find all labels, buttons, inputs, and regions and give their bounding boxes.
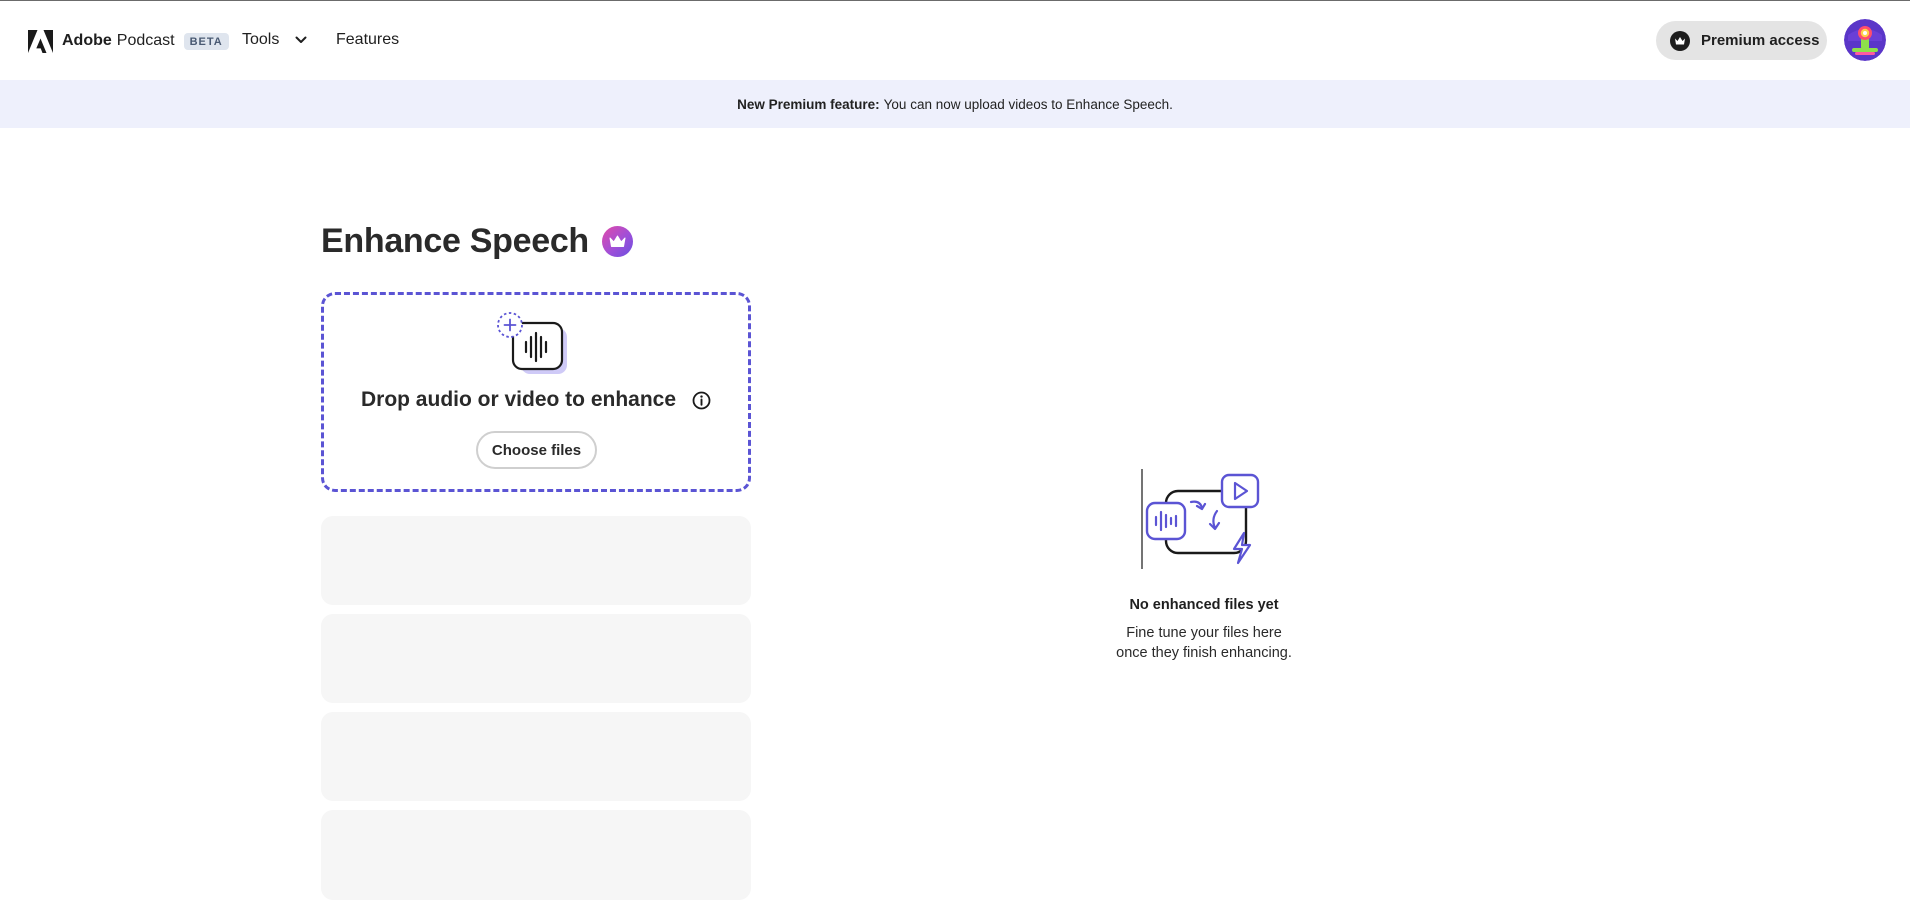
- beta-badge: BETA: [183, 32, 229, 50]
- file-placeholder-card: [321, 614, 751, 703]
- file-placeholder-card: [321, 712, 751, 801]
- file-placeholder-card: [321, 516, 751, 605]
- empty-state-line2: once they finish enhancing.: [1116, 645, 1292, 661]
- dropzone-label-row: Drop audio or video to enhance: [324, 388, 748, 412]
- avatar-image: [1844, 19, 1886, 61]
- info-icon[interactable]: [692, 391, 711, 410]
- nav-features-link[interactable]: Features: [336, 31, 399, 49]
- file-placeholder-card: [321, 810, 751, 900]
- chevron-down-icon: [295, 36, 307, 43]
- page-title-text: Enhance Speech: [321, 222, 589, 260]
- banner-text: You can now upload videos to Enhance Spe…: [883, 96, 1173, 112]
- nav-tools-label: Tools: [242, 31, 280, 48]
- brand-podcast: Podcast: [116, 32, 175, 49]
- empty-state-description: Fine tune your files here once they fini…: [1079, 623, 1329, 663]
- premium-icon: [1670, 30, 1690, 51]
- brand[interactable]: Adobe Podcast BETA: [28, 28, 229, 54]
- empty-state-illustration: [1141, 469, 1260, 569]
- announcement-banner: New Premium feature: You can now upload …: [0, 80, 1910, 128]
- adobe-logo-icon: [28, 29, 53, 53]
- brand-adobe: Adobe: [62, 32, 112, 49]
- user-avatar[interactable]: [1844, 19, 1886, 61]
- nav-tools-menu[interactable]: Tools: [242, 31, 307, 49]
- premium-access-label: Premium access: [1701, 32, 1820, 49]
- app-header: Adobe Podcast BETA Tools Features Premiu…: [0, 1, 1910, 80]
- page-title: Enhance Speech: [321, 222, 633, 261]
- banner-bold: New Premium feature:: [737, 96, 880, 112]
- upload-audio-icon: [497, 312, 567, 374]
- choose-files-button[interactable]: Choose files: [476, 431, 597, 469]
- premium-access-button[interactable]: Premium access: [1656, 21, 1827, 60]
- file-dropzone[interactable]: Drop audio or video to enhance Choose fi…: [321, 292, 751, 492]
- empty-state-title: No enhanced files yet: [1129, 597, 1279, 613]
- crown-icon: [601, 226, 633, 257]
- empty-state-line1: Fine tune your files here: [1126, 625, 1282, 641]
- dropzone-label: Drop audio or video to enhance: [360, 388, 677, 411]
